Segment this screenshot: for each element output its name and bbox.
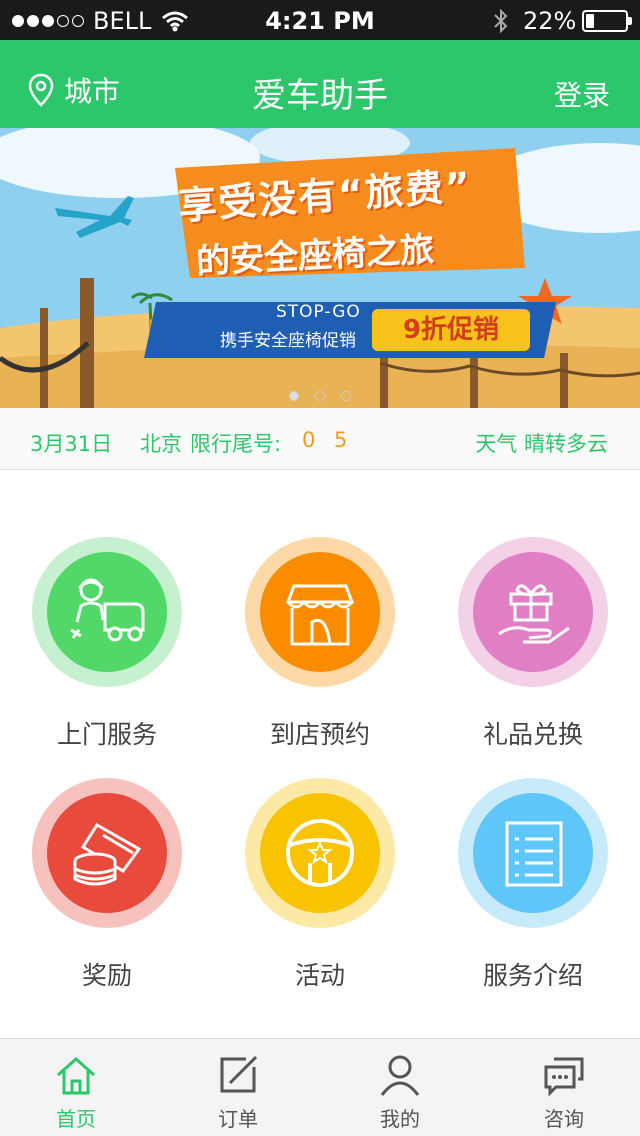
tab-orders[interactable]: 订单	[158, 1039, 318, 1136]
service-ring	[245, 778, 395, 928]
status-bar: BELL 4:21 PM 22%	[0, 0, 640, 40]
home-icon	[57, 1056, 95, 1095]
service-disc	[47, 552, 167, 672]
nav-bar: 城市 爱车助手 登录	[0, 40, 640, 128]
bluetooth-icon	[494, 9, 508, 33]
service-ring	[458, 537, 608, 687]
service-disc	[473, 793, 593, 913]
service-label: 礼品兑换	[482, 720, 583, 749]
tab-label: 咨询	[544, 1107, 584, 1131]
pager-dot[interactable]	[315, 391, 325, 401]
service-rewards[interactable]: 奖励	[0, 778, 214, 992]
pager-dot[interactable]	[289, 391, 299, 401]
plate-limit-value: 0 5	[302, 428, 354, 452]
service-disc	[47, 793, 167, 913]
banner-pager	[0, 386, 640, 405]
edit-icon	[220, 1055, 258, 1093]
service-disc	[473, 552, 593, 672]
pager-dot[interactable]	[341, 391, 351, 401]
service-events[interactable]: 活动	[213, 778, 427, 992]
banner-promo: 9折促销	[372, 309, 530, 351]
service-label: 服务介绍	[482, 961, 583, 990]
tab-label: 我的	[380, 1107, 420, 1131]
promo-banner[interactable]: 享受没有“旅费” 的安全座椅之旅 STOP-GO 携手安全座椅促销 9折促销	[0, 128, 640, 408]
info-row: 3月31日 北京 限行尾号: 0 5 天气 晴转多云	[0, 408, 640, 470]
service-intro[interactable]: 服务介绍	[426, 778, 640, 992]
battery-icon	[582, 10, 632, 32]
battery-nub	[628, 17, 632, 25]
service-ring	[32, 778, 182, 928]
battery-level	[586, 14, 594, 28]
service-disc	[260, 552, 380, 672]
steering-wheel-icon	[286, 819, 354, 887]
service-ring	[458, 778, 608, 928]
tab-mine[interactable]: 我的	[320, 1039, 480, 1136]
tab-bar: 首页 订单 我的 咨询	[0, 1038, 640, 1136]
page-title: 爱车助手	[252, 76, 388, 116]
tab-consult[interactable]: 咨询	[484, 1039, 640, 1136]
date-text: 3月31日	[30, 432, 113, 456]
mechanic-car-icon	[70, 578, 145, 642]
service-ring	[245, 537, 395, 687]
service-label: 上门服务	[56, 720, 157, 749]
chat-icon	[544, 1057, 584, 1097]
coins-card-icon	[73, 822, 142, 886]
login-button[interactable]: 登录	[554, 74, 610, 114]
battery-percent: 22%	[523, 7, 577, 35]
weather-text[interactable]: 天气 晴转多云	[475, 428, 608, 458]
tab-label: 订单	[218, 1107, 258, 1131]
service-label: 到店预约	[269, 720, 370, 749]
service-gift-exchange[interactable]: 礼品兑换	[426, 537, 640, 751]
service-home-visit[interactable]: 上门服务	[0, 537, 214, 751]
service-store-booking[interactable]: 到店预约	[213, 537, 427, 751]
storefront-icon	[285, 584, 355, 646]
info-city: 北京	[140, 432, 182, 456]
document-list-icon	[505, 821, 563, 887]
gift-hand-icon	[498, 584, 570, 644]
banner-subtitle: 携手安全座椅促销	[220, 331, 356, 351]
tab-home[interactable]: 首页	[0, 1039, 156, 1136]
user-icon	[380, 1055, 420, 1096]
plate-limit-label: 限行尾号:	[190, 432, 282, 456]
banner-brand: STOP-GO	[276, 302, 361, 322]
service-disc	[260, 793, 380, 913]
service-label: 活动	[294, 961, 345, 990]
service-label: 奖励	[81, 961, 132, 990]
service-ring	[32, 537, 182, 687]
tab-label: 首页	[56, 1107, 96, 1131]
